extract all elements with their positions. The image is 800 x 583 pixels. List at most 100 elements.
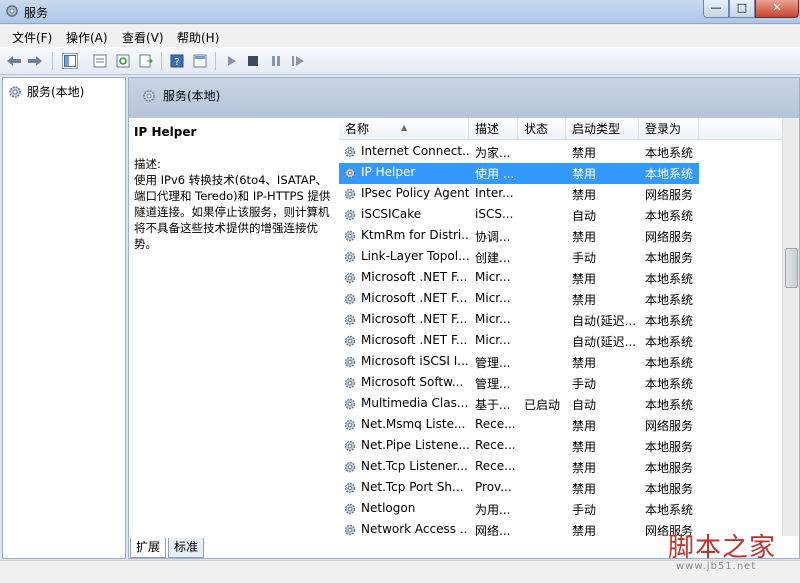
svg-text:?: ? — [174, 57, 179, 68]
column-header-name[interactable]: 名称 ▲ — [339, 118, 469, 140]
service-gear-icon — [343, 376, 357, 390]
cell-description: Micr... — [475, 291, 511, 305]
restart-service-icon[interactable] — [290, 53, 306, 69]
cell-startup-type: 禁用 — [572, 524, 597, 536]
service-gear-icon — [343, 187, 357, 201]
properties-icon[interactable] — [92, 53, 108, 69]
table-row[interactable]: IP Helper 使用 ... 禁用 本地系统 — [339, 163, 699, 184]
column-header-status[interactable]: 状态 — [518, 118, 566, 140]
menu-view[interactable]: 查看(V) — [122, 29, 164, 46]
watermark-url: www.jb51.net — [676, 561, 757, 572]
cell-description: Prov... — [475, 480, 512, 494]
cell-logon-as: 本地系统 — [645, 272, 694, 286]
table-row[interactable]: Microsoft .NET F... Micr... 自动(延迟... 本地系统 — [339, 331, 699, 352]
stop-service-icon[interactable] — [245, 53, 261, 69]
cell-name: Link-Layer Topol... — [361, 249, 469, 263]
cell-name: Microsoft iSCSI I... — [361, 354, 469, 368]
table-row[interactable]: iSCSICake iSCS... 自动 本地系统 — [339, 205, 699, 226]
vertical-scrollbar[interactable] — [782, 118, 799, 536]
cell-startup-type: 自动 — [572, 398, 597, 412]
cell-logon-as: 本地系统 — [645, 356, 694, 370]
scrollbar-thumb[interactable] — [785, 248, 798, 288]
service-title: IP Helper — [134, 125, 197, 139]
cell-logon-as: 本地系统 — [645, 335, 694, 349]
cell-description: 为家... — [475, 146, 511, 160]
service-gear-icon — [343, 271, 357, 285]
table-row[interactable]: Net.Tcp Listener... Rece... 禁用 本地服务 — [339, 457, 699, 478]
cell-description: 管理... — [475, 356, 511, 370]
export-list-icon[interactable] — [138, 53, 154, 69]
menu-help[interactable]: 帮助(H) — [177, 29, 219, 46]
cell-startup-type: 禁用 — [572, 188, 597, 202]
tab-standard[interactable]: 标准 — [168, 538, 205, 558]
start-service-icon[interactable] — [224, 53, 240, 69]
close-button[interactable]: ✕ — [755, 0, 799, 18]
service-gear-icon — [343, 502, 357, 516]
cell-description: 使用 ... — [475, 167, 515, 181]
cell-description: Micr... — [475, 270, 511, 284]
table-row[interactable]: Microsoft .NET F... Micr... 自动(延迟... 本地系统 — [339, 310, 699, 331]
column-header-description[interactable]: 描述 — [469, 118, 518, 140]
cell-name: Microsoft .NET F... — [361, 270, 468, 284]
table-row[interactable]: Netlogon 为用... 手动 本地系统 — [339, 499, 699, 520]
cell-description: iSCS... — [475, 207, 514, 221]
table-row[interactable]: KtmRm for Distri... 协调... 禁用 网络服务 — [339, 226, 699, 247]
help-icon[interactable]: ? — [169, 53, 185, 69]
console-window-icon[interactable] — [192, 53, 208, 69]
menu-file[interactable]: 文件(F) — [12, 29, 52, 46]
service-gear-icon — [343, 292, 357, 306]
table-row[interactable]: Net.Msmq Liste... Rece... 禁用 网络服务 — [339, 415, 699, 436]
cell-name: Microsoft .NET F... — [361, 291, 468, 305]
cell-startup-type: 自动(延迟... — [572, 314, 637, 328]
table-row[interactable]: Network Access ... 网络... 禁用 网络服务 — [339, 520, 699, 536]
table-row[interactable]: Multimedia Clas... 基于... 已启动 自动 本地系统 — [339, 394, 699, 415]
cell-name: Network Access ... — [361, 522, 469, 536]
cell-startup-type: 手动 — [572, 251, 597, 265]
column-header-label: 名称 — [345, 122, 370, 136]
service-gear-icon — [343, 145, 357, 159]
column-header-startup-type[interactable]: 启动类型 — [566, 118, 639, 140]
table-header: 名称 ▲ 描述 状态 启动类型 登录为 — [339, 118, 782, 140]
pause-service-icon[interactable] — [268, 53, 284, 69]
cell-logon-as: 本地服务 — [645, 482, 694, 496]
cell-description: Rece... — [475, 459, 516, 473]
tab-extended[interactable]: 扩展 — [130, 538, 167, 558]
menu-action[interactable]: 操作(A) — [66, 29, 108, 46]
cell-description: 协调... — [475, 230, 511, 244]
table-row[interactable]: Microsoft .NET F... Micr... 禁用 本地系统 — [339, 268, 699, 289]
maximize-button[interactable]: □ — [729, 0, 755, 18]
cell-startup-type: 禁用 — [572, 356, 597, 370]
table-row[interactable]: Microsoft Softw... 管理... 手动 本地系统 — [339, 373, 699, 394]
show-hide-tree-icon[interactable] — [62, 53, 78, 69]
cell-logon-as: 本地系统 — [645, 293, 694, 307]
service-gear-icon — [343, 313, 357, 327]
table-row[interactable]: Link-Layer Topol... 创建... 手动 本地服务 — [339, 247, 699, 268]
table-row[interactable]: IPsec Policy Agent Inter... 禁用 网络服务 — [339, 184, 699, 205]
minimize-button[interactable]: — — [703, 0, 729, 18]
cell-logon-as: 本地系统 — [645, 503, 694, 517]
back-arrow-icon[interactable] — [6, 53, 22, 69]
cell-name: Netlogon — [361, 501, 416, 515]
service-gear-icon — [343, 166, 357, 180]
cell-startup-type: 禁用 — [572, 167, 597, 181]
service-gear-icon — [343, 418, 357, 432]
tree-node-services-local[interactable]: 服务(本地) — [7, 83, 84, 100]
cell-logon-as: 本地服务 — [645, 461, 694, 475]
table-row[interactable]: Microsoft .NET F... Micr... 禁用 本地系统 — [339, 289, 699, 310]
table-row[interactable]: Net.Pipe Listene... Rece... 禁用 本地服务 — [339, 436, 699, 457]
site-watermark: 脚本之家 www.jb51.net — [666, 527, 796, 577]
service-gear-icon — [343, 460, 357, 474]
table-row[interactable]: Internet Connect... 为家... 禁用 本地系统 — [339, 142, 699, 163]
refresh-icon[interactable] — [115, 53, 131, 69]
service-gear-icon — [343, 523, 357, 536]
cell-name: Net.Tcp Listener... — [361, 459, 468, 473]
column-header-logon-as[interactable]: 登录为 — [639, 118, 699, 140]
forward-arrow-icon[interactable] — [27, 53, 43, 69]
cell-startup-type: 禁用 — [572, 293, 597, 307]
table-row[interactable]: Net.Tcp Port Sh... Prov... 禁用 本地服务 — [339, 478, 699, 499]
cell-logon-as: 网络服务 — [645, 188, 694, 202]
cell-description: Micr... — [475, 312, 511, 326]
cell-startup-type: 禁用 — [572, 461, 597, 475]
services-gear-icon — [6, 5, 18, 17]
table-row[interactable]: Microsoft iSCSI I... 管理... 禁用 本地系统 — [339, 352, 699, 373]
